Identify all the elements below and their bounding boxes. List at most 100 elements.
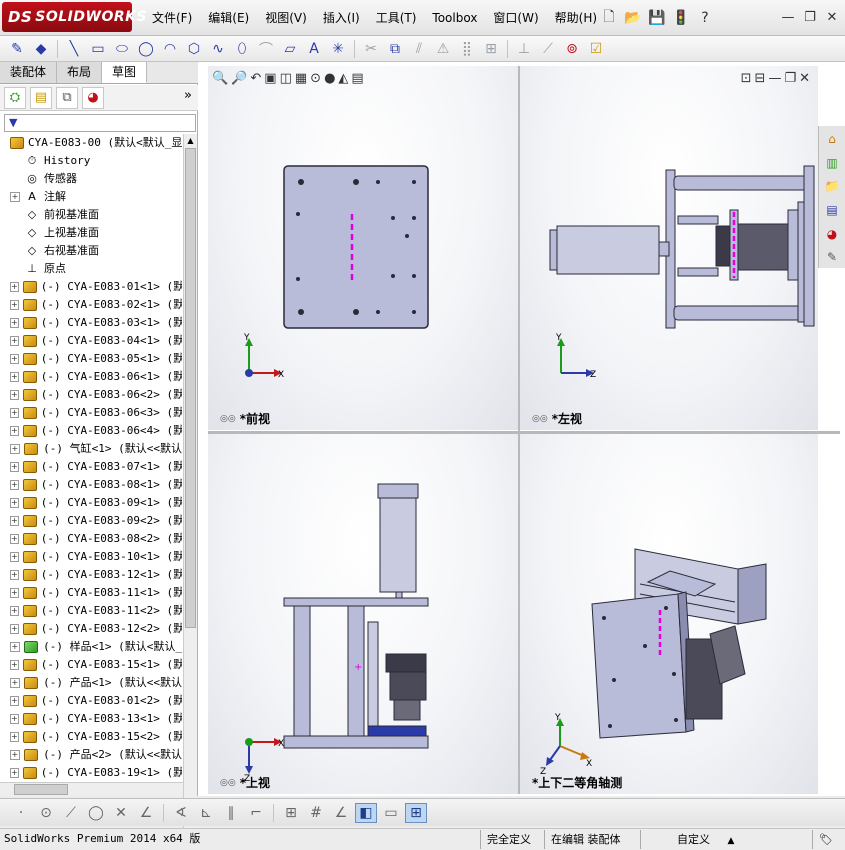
expand-toggle-icon[interactable]: + [10,570,19,580]
tab-1[interactable]: 布局 [57,62,103,83]
help-icon[interactable]: ? [694,7,716,29]
tree-item[interactable]: + A 注解 [0,188,182,206]
spline-icon[interactable]: ∿ [207,39,229,59]
expand-toggle-icon[interactable]: + [10,192,20,202]
expand-toggle-icon[interactable]: + [10,624,19,634]
circle-icon[interactable]: ◯ [135,39,157,59]
intersection-icon[interactable]: ✕ [110,803,132,823]
expand-toggle-icon[interactable]: + [10,444,20,454]
angle-snap-icon[interactable]: ∢ [170,803,192,823]
tree-component[interactable]: + (-) CYA-E083-06<3> (默认 [0,404,182,422]
tree-item[interactable]: ◇ 上视基准面 [0,224,182,242]
menu-item[interactable]: 视图(V) [257,9,315,27]
expand-toggle-icon[interactable]: + [10,768,19,778]
solidworks-logo[interactable]: DS SOLIDWORKS [2,2,147,32]
tree-component[interactable]: + (-) CYA-E083-09<1> (默认 [0,494,182,512]
menu-item[interactable]: 帮助(H) [547,9,605,27]
expand-toggle-icon[interactable]: + [10,462,19,472]
tree-component[interactable]: + (-) CYA-E083-12<1> (默认 [0,566,182,584]
tree-component[interactable]: + (-) CYA-E083-03<1> (默认 [0,314,182,332]
tree-component[interactable]: + (-) CYA-E083-15<2> (默认 [0,728,182,746]
rapid-sketch-icon[interactable]: ☑ [585,39,607,59]
expand-toggle-icon[interactable]: + [10,642,20,652]
four-view-icon[interactable]: ⊞ [405,802,427,823]
tree-component[interactable]: + (-) CYA-E083-07<1> (默认 [0,458,182,476]
tree-root-assembly[interactable]: CYA-E083-00 (默认<默认_显 [0,134,182,152]
polygon-icon[interactable]: ⬡ [183,39,205,59]
close-icon[interactable]: ✕ [823,8,841,26]
tree-component[interactable]: + (-) CYA-E083-13<1> (默认 [0,710,182,728]
configuration-manager-icon[interactable]: ⧉ [56,86,78,109]
solidworks-resources-icon[interactable]: ⌂ [821,128,843,150]
grid-snap-icon[interactable]: ⊞ [280,803,302,823]
appearances-icon[interactable]: ◕ [821,223,843,245]
expand-toggle-icon[interactable]: + [10,318,19,328]
menu-item[interactable]: 文件(F) [144,9,200,27]
expand-toggle-icon[interactable]: + [10,390,19,400]
slot-icon[interactable]: ⬭ [111,39,133,59]
expand-toggle-icon[interactable]: + [10,372,19,382]
view-palette-icon[interactable]: ▤ [821,199,843,221]
linear-pattern-icon[interactable]: ⣿ [456,39,478,59]
view-link-icon[interactable]: ◎◎ [532,414,548,424]
menu-item[interactable]: 窗口(W) [485,9,546,27]
expand-toggle-icon[interactable]: + [10,732,19,742]
expand-toggle-icon[interactable]: + [10,300,19,310]
viewport-top[interactable]: + X Z ◎◎ *上视 [208,434,518,794]
sketch-icon[interactable]: ✎ [6,39,28,59]
ellipse-icon[interactable]: ⬯ [231,39,253,59]
tab-2[interactable]: 草图 [102,62,148,83]
scroll-thumb[interactable] [185,148,196,628]
view-link-icon[interactable]: ◎◎ [220,778,236,788]
expand-toggle-icon[interactable]: + [10,552,19,562]
plane-icon[interactable]: ▱ [279,39,301,59]
tree-horizontal-scrollbar[interactable] [0,782,183,796]
point-icon[interactable]: · [10,803,32,823]
expand-toggle-icon[interactable]: + [10,696,19,706]
move-entities-icon[interactable]: ⊞ [480,39,502,59]
expand-toggle-icon[interactable]: + [10,480,19,490]
line-icon[interactable]: ╲ [63,39,85,59]
tree-component[interactable]: + (-) 产品<2> (默认<<默认 [0,746,182,764]
tree-component[interactable]: + (-) CYA-E083-11<2> (默认 [0,602,182,620]
point-icon[interactable]: ✳ [327,39,349,59]
expand-toggle-icon[interactable]: + [10,282,19,292]
tree-item[interactable]: ◇ 前视基准面 [0,206,182,224]
tree-component[interactable]: + (-) CYA-E083-15<1> (默认 [0,656,182,674]
new-document-icon[interactable]: 🗋 [598,7,620,29]
menu-item[interactable]: 编辑(E) [200,9,257,27]
expand-panel-icon[interactable]: » [184,88,192,103]
mirror-icon[interactable]: ⚠ [432,39,454,59]
tree-component[interactable]: + (-) CYA-E083-08<1> (默认 [0,476,182,494]
tree-component[interactable]: + (-) CYA-E083-06<2> (默认 [0,386,182,404]
units-selector[interactable]: 自定义 ▲ [640,830,760,849]
hscroll-thumb[interactable] [14,784,68,795]
tree-vertical-scrollbar[interactable]: ▲ ▼ [183,134,197,842]
tree-component[interactable]: + (-) 气缸<1> (默认<<默认 [0,440,182,458]
tree-component[interactable]: + (-) CYA-E083-19<1> (默认 [0,764,182,782]
custom-properties-icon[interactable]: ✎ [821,246,843,268]
expand-toggle-icon[interactable]: + [10,714,19,724]
tree-component[interactable]: + (-) CYA-E083-06<1> (默认 [0,368,182,386]
tree-item[interactable]: ⊥ 原点 [0,260,182,278]
scroll-up-icon[interactable]: ▲ [184,134,197,148]
tangent-icon[interactable]: ⟋ [60,803,82,823]
viewport-isometric[interactable]: Y X Z *上下二等角轴测 [520,434,818,794]
tree-item[interactable]: ◇ 右视基准面 [0,242,182,260]
restore-icon[interactable]: ❐ [801,8,819,26]
tree-component[interactable]: + (-) CYA-E083-09<2> (默认 [0,512,182,530]
text-icon[interactable]: A [303,39,325,59]
nearest-icon[interactable]: ∠ [135,803,157,823]
tree-item[interactable]: ⏱ History [0,152,182,170]
file-explorer-icon[interactable]: 📁 [821,175,843,197]
menu-item[interactable]: 插入(I) [315,9,368,27]
parallel-icon[interactable]: ∥ [220,803,242,823]
units-dropdown-icon[interactable]: ▲ [728,836,735,846]
quick-snaps-icon[interactable]: ⊚ [561,39,583,59]
menu-item[interactable]: Toolbox [424,9,485,27]
arc-icon[interactable]: ◠ [159,39,181,59]
tree-component[interactable]: + (-) 样品<1> (默认<默认_ [0,638,182,656]
smart-dimension-icon[interactable]: ◆ [30,39,52,59]
tree-filter[interactable]: ▼ [4,114,196,132]
expand-toggle-icon[interactable]: + [10,354,19,364]
